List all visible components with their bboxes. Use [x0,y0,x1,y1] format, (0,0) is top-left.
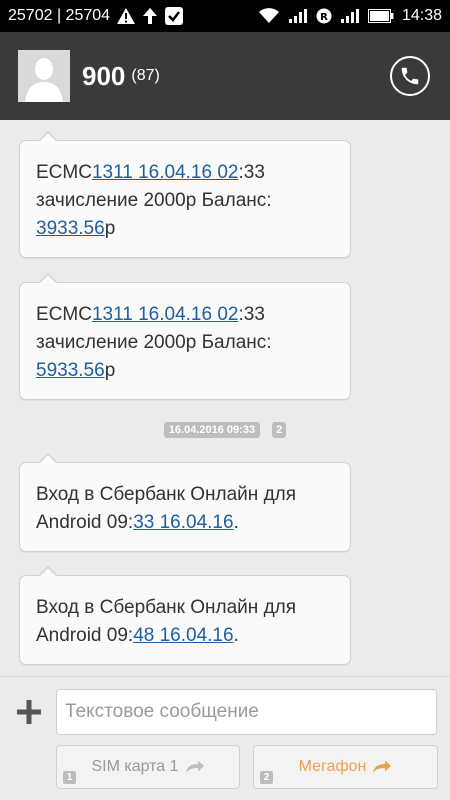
send-sim1-button[interactable]: 1 SIM карта 1 [56,745,240,789]
svg-text:R: R [320,12,328,23]
battery-icon [367,9,394,23]
signal-icon [340,8,360,24]
timestamp-label: 16.04.2016 09:33 [163,422,261,438]
timestamp-divider: 16.04.2016 09:33 2 [0,422,450,438]
status-text: 25702 | 25704 [8,7,111,24]
avatar[interactable] [18,50,70,102]
upload-arrow-icon [142,7,158,25]
send-sim2-button[interactable]: 2 Мегафон [253,745,438,789]
send-arrow-icon [185,760,204,773]
phone-icon [401,67,419,85]
warning-icon [116,7,136,25]
message-text: ECMC [36,162,92,183]
add-attachment-button[interactable] [14,697,44,727]
status-time: 14:38 [401,7,442,24]
roaming-r-icon: R [316,8,332,24]
message-text: р [104,360,116,381]
message-bubble[interactable]: Вход в Сбербанк Онлайн для Android 09:48… [19,566,351,665]
signal-icon [288,8,308,24]
message-link[interactable]: 1311 16.04.16 02 [92,304,239,325]
message-count: (87) [131,67,160,84]
sim2-number-badge: 2 [260,771,273,784]
send-sim1-label: SIM карта 1 [91,758,179,775]
message-link[interactable]: 33 16.04.16 [133,512,233,533]
send-arrow-icon [373,760,392,773]
message-bubble[interactable]: ECMC1311 16.04.16 02:33 зачисление 2000р… [19,131,351,258]
avatar-icon [18,50,70,102]
status-left: 25702 | 25704 [8,6,258,26]
compose-bar: 1 SIM карта 1 2 Мегафон [0,676,450,800]
send-sim2-label: Мегафон [298,758,367,775]
message-bubble[interactable]: Вход в Сбербанк Онлайн для Android 09:33… [19,453,351,552]
status-right: R 14:38 [258,7,442,25]
conversation-header: 900 (87) [0,32,450,120]
sim1-number-badge: 1 [63,771,76,784]
contact-name: 900 [82,60,126,91]
message-text: . [233,512,239,533]
message-link[interactable]: 48 16.04.16 [133,625,233,646]
message-link[interactable]: 3933.56 [36,218,105,239]
message-input[interactable] [56,689,437,735]
wifi-icon [258,8,280,24]
message-link[interactable]: 1311 16.04.16 02 [92,162,239,183]
message-text: . [233,625,239,646]
plus-icon [17,700,41,724]
message-link[interactable]: 5933.56 [36,360,105,381]
message-text: ECMC [36,304,92,325]
message-list[interactable]: ECMC1311 16.04.16 02:33 зачисление 2000р… [0,120,450,676]
sim-indicator-badge: 2 [272,422,287,438]
status-bar: 25702 | 25704 R 14:38 [0,0,450,32]
call-button[interactable] [390,56,430,96]
check-icon [164,6,184,26]
message-bubble[interactable]: ECMC1311 16.04.16 02:33 зачисление 2000р… [19,273,351,400]
message-text: р [104,218,116,239]
